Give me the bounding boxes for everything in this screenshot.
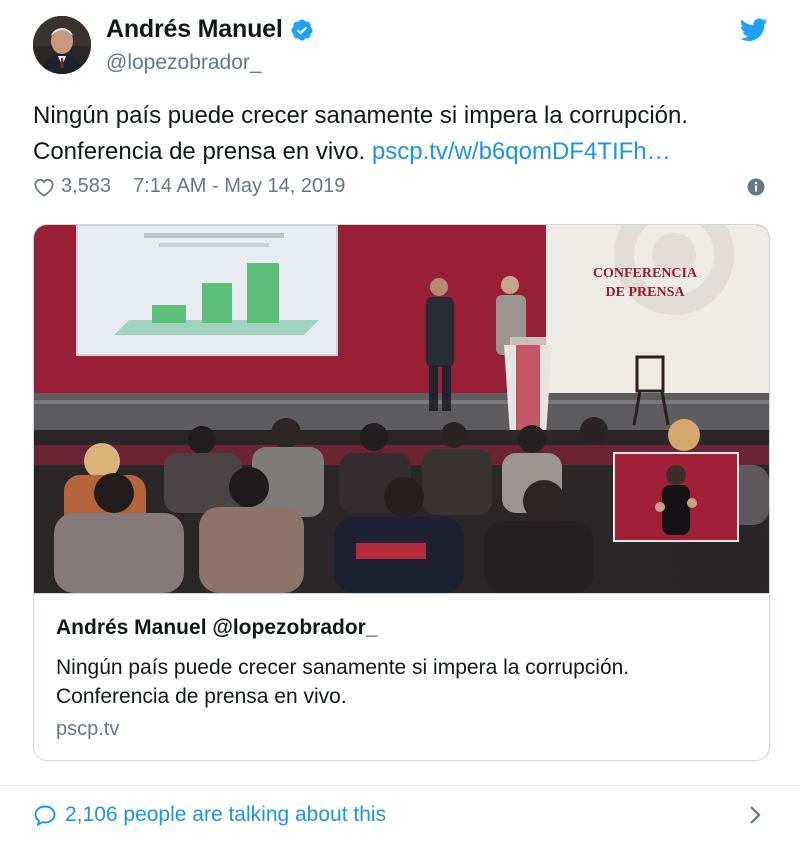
like-count[interactable]: 3,583 xyxy=(61,175,111,198)
chevron-right-icon[interactable] xyxy=(748,804,762,826)
card-domain[interactable]: pscp.tv xyxy=(56,718,119,741)
tweet-text-line-2: Conferencia de prensa en vivo. pscp.tv/w… xyxy=(33,134,773,170)
heart-outline-icon[interactable] xyxy=(33,177,55,197)
card-description-line-1: Ningún país puede crecer sanamente si im… xyxy=(56,656,630,679)
avatar-photo xyxy=(33,16,91,74)
card-title[interactable]: Andrés Manuel @lopezobrador_ xyxy=(56,616,378,640)
tweet-link[interactable]: pscp.tv/w/b6qomDF4TIFh… xyxy=(372,138,671,165)
card-description: Ningún país puede crecer sanamente si im… xyxy=(56,653,746,711)
banner-text-line-2: DE PRENSA xyxy=(606,285,686,300)
card-body[interactable]: Andrés Manuel @lopezobrador_ Ningún país… xyxy=(34,593,769,760)
tweet-timestamp[interactable]: 7:14 AM - May 14, 2019 xyxy=(133,175,345,198)
author-name-row[interactable]: Andrés Manuel xyxy=(106,15,314,44)
footer-divider xyxy=(0,785,800,786)
card-description-line-2: Conferencia de prensa en vivo. xyxy=(56,685,347,708)
tweet-text: Ningún país puede crecer sanamente si im… xyxy=(33,98,773,170)
author-handle[interactable]: @lopezobrador_ xyxy=(106,51,262,75)
verified-badge-icon xyxy=(291,19,313,40)
author-display-name[interactable]: Andrés Manuel xyxy=(106,15,283,44)
link-card[interactable]: CONFERENCIA DE PRENSA Andrés Manuel @lop… xyxy=(33,224,770,761)
tweet-meta: 3,583 7:14 AM - May 14, 2019 xyxy=(33,175,345,198)
twitter-bird-icon[interactable] xyxy=(740,18,768,42)
conversation-link[interactable]: 2,106 people are talking about this xyxy=(33,803,386,827)
speech-bubble-icon xyxy=(34,805,56,826)
conversation-count-text[interactable]: 2,106 people are talking about this xyxy=(65,803,386,827)
tweet-text-line-2-body: Conferencia de prensa en vivo. xyxy=(33,138,366,165)
banner-text-line-1: CONFERENCIA xyxy=(593,266,698,281)
tweet-text-line-1: Ningún país puede crecer sanamente si im… xyxy=(33,102,689,129)
tweet: Andrés Manuel @lopezobrador_ Ningún país… xyxy=(0,0,800,848)
info-icon[interactable] xyxy=(747,178,765,196)
press-conference-image[interactable]: CONFERENCIA DE PRENSA xyxy=(34,225,769,593)
avatar[interactable] xyxy=(33,16,91,74)
